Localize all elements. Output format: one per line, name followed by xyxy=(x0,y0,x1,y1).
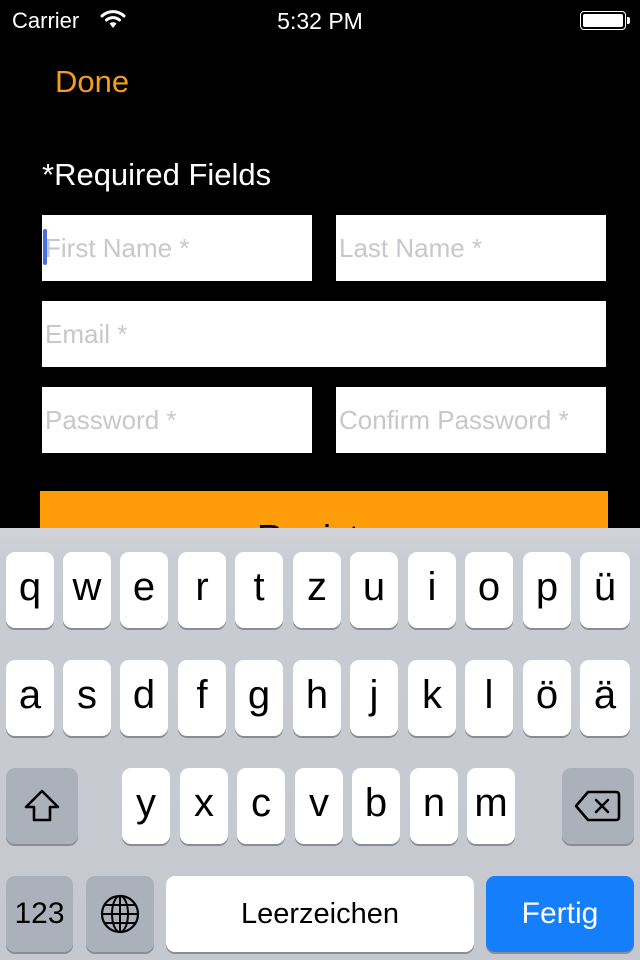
key-v[interactable]: v xyxy=(295,768,343,844)
key-l[interactable]: l xyxy=(465,660,513,736)
key-t[interactable]: t xyxy=(235,552,283,628)
globe-icon xyxy=(100,894,140,934)
key-h[interactable]: h xyxy=(293,660,341,736)
status-time: 5:32 PM xyxy=(277,8,363,34)
key-e[interactable]: e xyxy=(120,552,168,628)
key-q[interactable]: q xyxy=(6,552,54,628)
key-k[interactable]: k xyxy=(408,660,456,736)
confirm-password-field[interactable] xyxy=(336,387,606,453)
key-c[interactable]: c xyxy=(237,768,285,844)
key-d[interactable]: d xyxy=(120,660,168,736)
key-y[interactable]: y xyxy=(122,768,170,844)
done-button[interactable]: Done xyxy=(55,64,129,100)
key-u-umlaut[interactable]: ü xyxy=(580,552,630,628)
first-name-field[interactable] xyxy=(42,215,312,281)
key-z[interactable]: z xyxy=(293,552,341,628)
key-b[interactable]: b xyxy=(352,768,400,844)
key-s[interactable]: s xyxy=(63,660,111,736)
key-x[interactable]: x xyxy=(180,768,228,844)
shift-key[interactable] xyxy=(6,768,78,844)
battery-tip xyxy=(627,17,630,24)
key-n[interactable]: n xyxy=(410,768,458,844)
key-f[interactable]: f xyxy=(178,660,226,736)
key-r[interactable]: r xyxy=(178,552,226,628)
key-j[interactable]: j xyxy=(350,660,398,736)
key-a[interactable]: a xyxy=(6,660,54,736)
globe-key[interactable] xyxy=(86,876,154,952)
shift-icon xyxy=(22,788,62,824)
last-name-field[interactable] xyxy=(336,215,606,281)
key-w[interactable]: w xyxy=(63,552,111,628)
keyboard: q w e r t z u i o p ü a s d f g h j k l … xyxy=(0,528,640,960)
space-key[interactable]: Leerzeichen xyxy=(166,876,474,952)
key-i[interactable]: i xyxy=(408,552,456,628)
key-o[interactable]: o xyxy=(465,552,513,628)
key-a-umlaut[interactable]: ä xyxy=(580,660,630,736)
status-bar: Carrier 5:32 PM xyxy=(0,0,640,40)
email-field[interactable] xyxy=(42,301,606,367)
return-key[interactable]: Fertig xyxy=(486,876,634,952)
key-p[interactable]: p xyxy=(523,552,571,628)
text-caret xyxy=(43,229,47,265)
key-g[interactable]: g xyxy=(235,660,283,736)
required-fields-label: *Required Fields xyxy=(42,157,272,192)
password-field[interactable] xyxy=(42,387,312,453)
battery-icon xyxy=(580,11,626,30)
backspace-icon xyxy=(574,789,622,823)
key-m[interactable]: m xyxy=(467,768,515,844)
delete-key[interactable] xyxy=(562,768,634,844)
numbers-key[interactable]: 123 xyxy=(6,876,73,952)
key-u[interactable]: u xyxy=(350,552,398,628)
key-o-umlaut[interactable]: ö xyxy=(523,660,571,736)
